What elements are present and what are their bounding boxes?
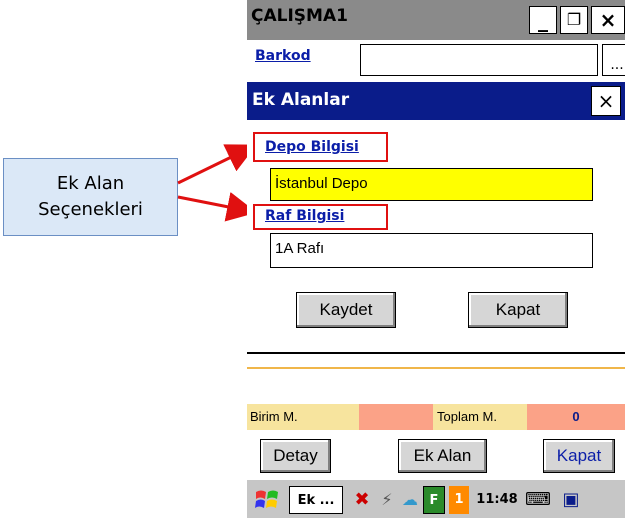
dialog-body: Depo Bilgisi İstanbul Depo Raf Bilgisi 1… [247,120,625,352]
barkod-link[interactable]: Barkod [255,48,311,64]
dialog-title: Ek Alanlar [252,90,350,110]
arrow-to-depo [177,144,257,185]
dialog-title-bar: Ek Alanlar × [247,82,625,120]
device-screen: ÇALIŞMA1 _ ❐ × Barkod ... Ek Alanlar × D… [247,0,625,518]
depo-field[interactable]: İstanbul Depo [270,168,593,201]
ek-alan-button[interactable]: Ek Alan [398,439,487,473]
sync-icon[interactable]: ☁ [399,486,421,514]
annotation-callout: Ek Alan Seçenekleri [3,158,178,236]
dialog-kapat-button[interactable]: Kapat [468,292,568,328]
network-icon[interactable]: ✖ [349,486,375,514]
keyboard-icon[interactable]: ⌨ [525,486,551,514]
dialog-bottom-border [247,352,625,354]
barkod-more-button[interactable]: ... [602,44,625,76]
window-title: ÇALIŞMA1 [251,6,348,26]
f-badge[interactable]: F [423,486,445,514]
minimize-button[interactable]: _ [529,6,557,34]
clock: 11:48 [476,492,518,507]
depo-highlight: Depo Bilgisi [253,132,388,162]
main-title-bar: ÇALIŞMA1 _ ❐ × [247,0,625,40]
dialog-close-button[interactable]: × [591,86,621,116]
number-badge[interactable]: 1 [449,486,469,514]
plug-icon[interactable]: ⚡ [375,486,399,514]
raf-highlight: Raf Bilgisi [253,204,388,230]
window-close-button[interactable]: × [591,6,625,34]
detay-button[interactable]: Detay [260,439,331,473]
raf-field[interactable]: 1A Rafı [270,233,593,268]
bottom-button-row: Detay Ek Alan Kapat [247,437,625,475]
totals-row: Birim M. Toplam M. 0 [247,404,625,430]
annotation-line2: Seçenekleri [38,199,143,220]
depo-label[interactable]: Depo Bilgisi [265,139,359,155]
restore-button[interactable]: ❐ [560,6,588,34]
annotation-line1: Ek Alan [56,173,125,194]
separator-line [247,367,625,369]
kapat-button[interactable]: Kapat [543,439,615,473]
barkod-input[interactable] [360,44,598,76]
toplam-value: 0 [527,404,625,430]
start-icon[interactable] [251,486,283,514]
arrow-to-raf [177,192,257,222]
taskbar-task-button[interactable]: Ek ... [289,486,343,514]
taskbar: Ek ... ✖ ⚡ ☁ F 1 11:48 ⌨ ▣ [247,478,625,518]
desktop-icon[interactable]: ▣ [559,486,583,514]
toplam-label: Toplam M. [433,404,527,430]
save-button[interactable]: Kaydet [296,292,396,328]
raf-label[interactable]: Raf Bilgisi [265,208,344,224]
birim-label: Birim M. [247,404,359,430]
barkod-row: Barkod ... [247,40,625,82]
birim-value [359,404,433,430]
